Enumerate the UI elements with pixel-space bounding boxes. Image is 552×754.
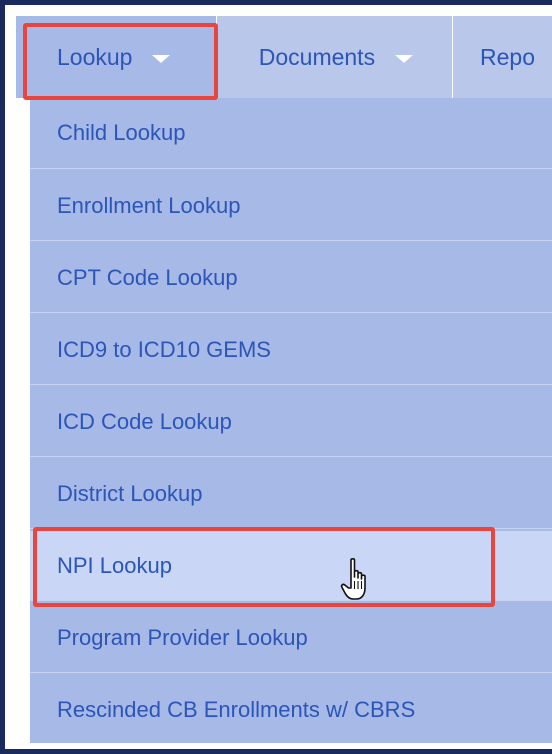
lookup-dropdown-menu: Child Lookup Enrollment Lookup CPT Code …	[30, 98, 552, 743]
menu-item-label: ICD9 to ICD10 GEMS	[57, 336, 271, 362]
menu-item-label: ICD Code Lookup	[57, 408, 232, 434]
nav-lookup-label: Lookup	[57, 43, 133, 70]
menu-item-program-provider-lookup[interactable]: Program Provider Lookup	[30, 603, 552, 673]
top-navbar: Lookup Documents Repo	[16, 16, 552, 98]
menu-item-child-lookup[interactable]: Child Lookup	[30, 98, 552, 169]
menu-item-label: Program Provider Lookup	[57, 624, 308, 650]
menu-item-label: NPI Lookup	[57, 552, 172, 578]
chevron-down-icon	[395, 55, 414, 63]
menu-item-rescinded-cb-enrollments[interactable]: Rescinded CB Enrollments w/ CBRS	[30, 675, 552, 743]
menu-item-label: District Lookup	[57, 480, 203, 506]
nav-reports-menu[interactable]: Repo	[453, 16, 552, 98]
menu-item-label: Enrollment Lookup	[57, 192, 241, 218]
nav-documents-menu[interactable]: Documents	[217, 16, 454, 98]
nav-reports-label: Repo	[480, 43, 535, 70]
menu-item-icd9-to-icd10-gems[interactable]: ICD9 to ICD10 GEMS	[30, 315, 552, 385]
menu-item-npi-lookup[interactable]: NPI Lookup	[30, 531, 552, 601]
chevron-down-icon	[152, 55, 171, 63]
menu-item-label: Rescinded CB Enrollments w/ CBRS	[57, 696, 416, 722]
menu-item-district-lookup[interactable]: District Lookup	[30, 459, 552, 529]
nav-lookup-menu[interactable]: Lookup	[16, 16, 217, 98]
menu-item-label: Child Lookup	[57, 120, 186, 145]
hand-pointer-icon	[340, 558, 366, 600]
menu-item-cpt-code-lookup[interactable]: CPT Code Lookup	[30, 243, 552, 313]
menu-item-enrollment-lookup[interactable]: Enrollment Lookup	[30, 171, 552, 241]
menu-item-icd-code-lookup[interactable]: ICD Code Lookup	[30, 387, 552, 457]
nav-documents-label: Documents	[258, 43, 376, 70]
menu-item-label: CPT Code Lookup	[57, 264, 238, 290]
